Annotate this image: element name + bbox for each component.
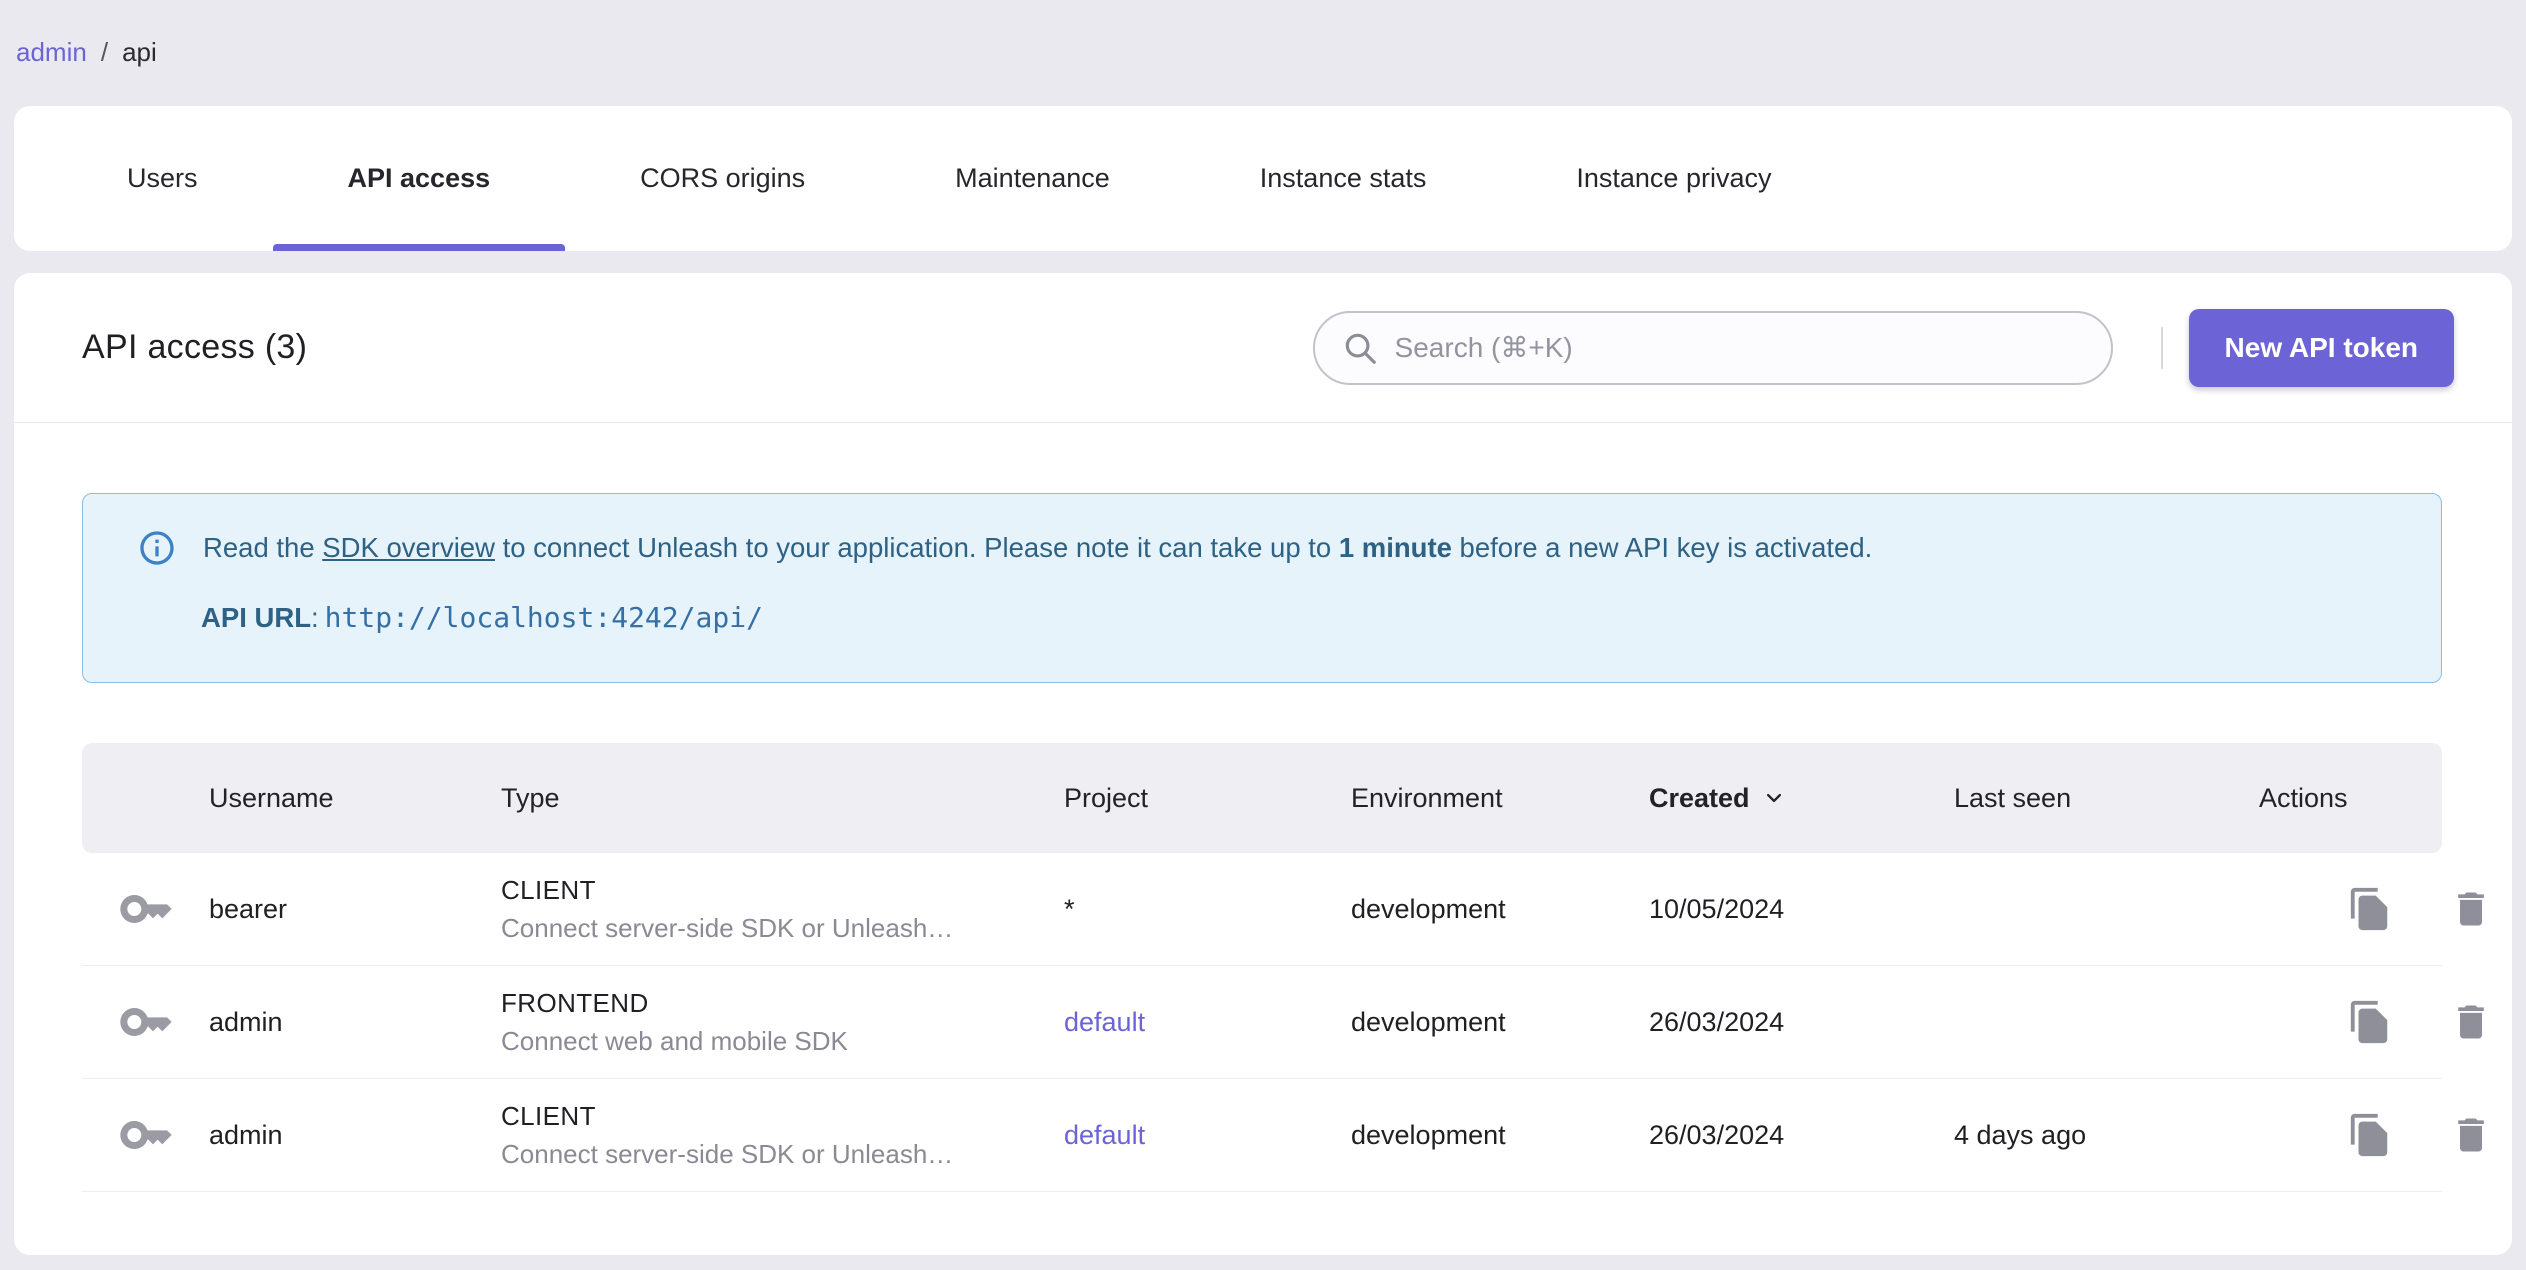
header-cell-last-seen[interactable]: Last seen [1954, 783, 2259, 814]
token-created: 10/05/2024 [1649, 893, 1785, 924]
token-type-description: Connect web and mobile SDK [501, 1025, 848, 1056]
tab-instance-privacy-label: Instance privacy [1576, 163, 1772, 193]
header-cell-type[interactable]: Type [501, 783, 1064, 814]
header-cell-actions: Actions [2259, 783, 2442, 814]
token-environment: development [1351, 893, 1506, 924]
tab-instance-stats-label: Instance stats [1259, 163, 1427, 193]
api-tokens-table: Username Type Project Environment Create… [82, 743, 2484, 1192]
banner-text-prefix: Read the [203, 532, 323, 563]
token-project-link[interactable]: default [1064, 1007, 1145, 1037]
table-header-row: Username Type Project Environment Create… [82, 743, 2442, 853]
chevron-down-icon [1766, 793, 1781, 803]
tab-cors-origins-label: CORS origins [640, 163, 806, 193]
tab-maintenance-label: Maintenance [955, 163, 1110, 193]
token-created: 26/03/2024 [1649, 1006, 1785, 1037]
trash-icon [2458, 892, 2484, 926]
tab-users[interactable]: Users [52, 106, 273, 251]
token-project-link[interactable]: default [1064, 1120, 1145, 1150]
banner-text: Read the SDK overview to connect Unleash… [203, 528, 1872, 568]
token-type: CLIENT Connect server-side SDK or Unleas… [501, 1101, 1064, 1170]
header-cell-created-sort[interactable]: Created [1649, 783, 1954, 814]
token-type-description: Connect server-side SDK or Unleash… [501, 1138, 954, 1169]
table-row: bearer CLIENT Connect server-side SDK or… [82, 853, 2484, 966]
banner-message: Read the SDK overview to connect Unleash… [137, 528, 2401, 568]
header-created-label: Created [1649, 782, 1750, 813]
search-box [1312, 310, 2113, 385]
header-actions-label: Actions [2259, 782, 2348, 813]
trash-icon [2458, 1118, 2484, 1152]
delete-token-button[interactable] [2449, 1113, 2493, 1157]
tab-api-access[interactable]: API access [272, 106, 566, 251]
token-environment: development [1351, 1006, 1506, 1037]
breadcrumb-separator: / [100, 37, 109, 67]
token-last-seen: 4 days ago [1954, 1119, 2087, 1150]
key-icon [119, 1121, 172, 1149]
token-username: admin [209, 1119, 283, 1150]
breadcrumb-current: api [122, 37, 157, 67]
token-created: 26/03/2024 [1649, 1119, 1785, 1150]
header-divider [2160, 326, 2163, 369]
search-icon [1345, 333, 1376, 364]
header-cell-username[interactable]: Username [209, 783, 501, 814]
token-username: bearer [209, 893, 288, 924]
copy-token-button[interactable] [2347, 1112, 2393, 1158]
api-access-card: API access (3) New API token Read the SD… [14, 273, 2512, 1255]
token-project: * [1064, 893, 1075, 924]
info-icon [140, 531, 174, 565]
copy-token-button[interactable] [2347, 999, 2393, 1045]
banner-text-middle: to connect Unleash to your application. … [494, 532, 1339, 563]
header-cell-environment[interactable]: Environment [1351, 783, 1649, 814]
banner-text-suffix: before a new API key is activated. [1451, 532, 1873, 563]
copy-icon [2350, 1113, 2388, 1157]
page-title: API access (3) [82, 328, 308, 366]
token-type-title: CLIENT [501, 1100, 596, 1131]
tab-maintenance[interactable]: Maintenance [880, 106, 1185, 251]
copy-icon [2350, 1000, 2388, 1044]
tab-users-label: Users [127, 163, 198, 193]
token-username: admin [209, 1006, 283, 1037]
token-type-description: Connect server-side SDK or Unleash… [501, 912, 954, 943]
copy-token-button[interactable] [2347, 886, 2393, 932]
header-environment-label: Environment [1351, 782, 1503, 813]
api-url-value: http://localhost:4242/api/ [324, 601, 763, 634]
copy-icon [2350, 887, 2388, 931]
table-row: admin CLIENT Connect server-side SDK or … [82, 1079, 2484, 1192]
tab-instance-stats[interactable]: Instance stats [1185, 106, 1502, 251]
sdk-overview-link[interactable]: SDK overview [322, 532, 495, 563]
delete-token-button[interactable] [2449, 887, 2493, 931]
tab-api-access-label: API access [347, 163, 491, 193]
delete-token-button[interactable] [2449, 1000, 2493, 1044]
breadcrumb: admin / api [0, 0, 2526, 66]
new-api-token-button[interactable]: New API token [2188, 308, 2454, 387]
tab-instance-privacy[interactable]: Instance privacy [1501, 106, 1846, 251]
tab-cors-origins[interactable]: CORS origins [565, 106, 880, 251]
api-url-separator: : [311, 602, 319, 633]
token-environment: development [1351, 1119, 1506, 1150]
breadcrumb-admin-link[interactable]: admin [16, 38, 87, 66]
token-type: FRONTEND Connect web and mobile SDK [501, 988, 1064, 1057]
card-header: API access (3) New API token [14, 273, 2512, 423]
token-type: CLIENT Connect server-side SDK or Unleas… [501, 875, 1064, 944]
api-url-label: API URL [201, 602, 311, 633]
token-type-title: CLIENT [501, 874, 596, 905]
header-cell-project[interactable]: Project [1064, 783, 1351, 814]
api-url-line: API URL: http://localhost:4242/api/ [201, 598, 2401, 638]
admin-tabs-bar: Users API access CORS origins Maintenanc… [14, 106, 2512, 251]
header-type-label: Type [501, 782, 560, 813]
token-type-title: FRONTEND [501, 987, 649, 1018]
key-icon [119, 895, 172, 923]
header-project-label: Project [1064, 782, 1149, 813]
header-username-label: Username [209, 782, 334, 813]
key-icon [119, 1008, 172, 1036]
trash-icon [2458, 1005, 2484, 1039]
info-banner: Read the SDK overview to connect Unleash… [82, 493, 2442, 683]
banner-text-bold: 1 minute [1338, 532, 1452, 563]
header-actions: New API token [1312, 308, 2454, 387]
table-row: admin FRONTEND Connect web and mobile SD… [82, 966, 2484, 1079]
header-last-seen-label: Last seen [1954, 782, 2072, 813]
search-input[interactable] [1394, 331, 2085, 364]
